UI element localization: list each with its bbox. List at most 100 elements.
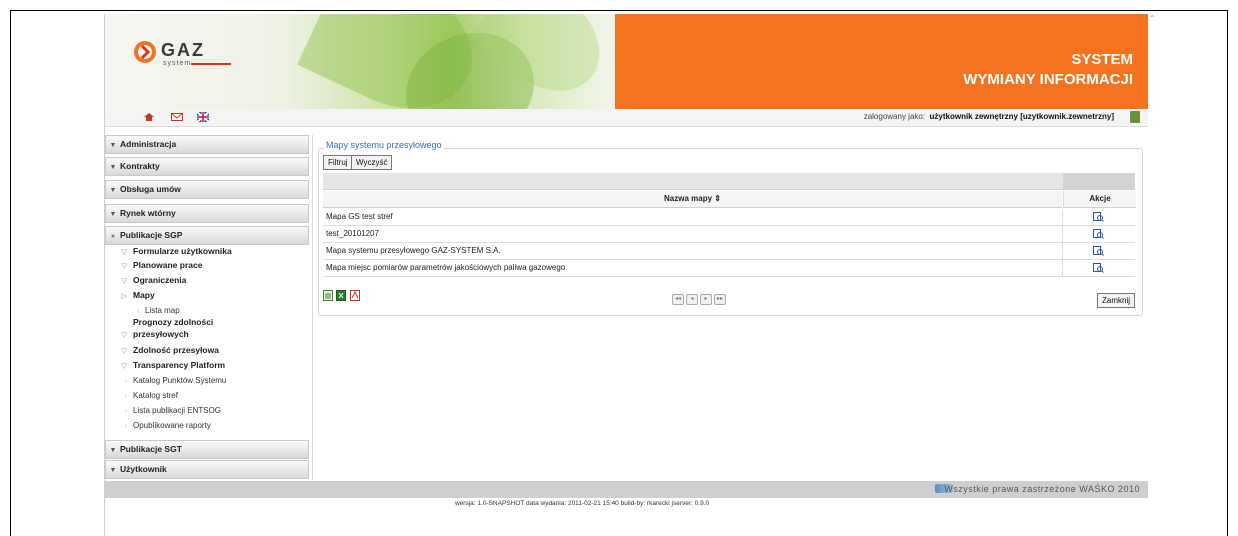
item-label: Ograniczenia: [133, 275, 187, 285]
item-label: Formularze użytkownika: [133, 246, 232, 256]
chevron-down-icon: ▼: [109, 211, 117, 218]
login-user: użytkownik zewnętrzny [uzytkownik.zewnet…: [929, 112, 1114, 121]
bullet-icon: ▽: [121, 332, 127, 339]
clear-button[interactable]: Wyczyść: [351, 155, 393, 170]
sidebar-section-administracja[interactable]: ▼ Administracja: [105, 135, 309, 154]
table-top-bar: [323, 173, 1135, 190]
sidebar-item-katalog-stref[interactable]: › Katalog stref: [105, 390, 307, 402]
prev-page-button[interactable]: ◂: [686, 294, 698, 305]
sidebar-item-lista-map[interactable]: › Lista map: [105, 305, 307, 317]
filter-button[interactable]: Filtruj: [323, 155, 353, 170]
item-label: przesyłowych: [133, 329, 189, 339]
chevron-down-icon: ▼: [109, 187, 117, 194]
item-label: Planowane prace: [133, 260, 203, 270]
app-window: SYSTEM WYMIANY INFORMACJI GAZ system zal…: [104, 14, 1148, 536]
first-page-button[interactable]: ◂◂: [672, 294, 684, 305]
preview-icon[interactable]: [1093, 246, 1104, 256]
version-info: wersja: 1.0-SNAPSHOT data wydania: 2011-…: [455, 500, 710, 507]
login-info: zalogowany jako: użytkownik zewnętrzny […: [864, 112, 1114, 121]
mail-icon[interactable]: [171, 112, 183, 122]
preview-icon[interactable]: [1093, 229, 1104, 239]
table-top-bar-right: [1063, 173, 1135, 189]
screenshot-frame-top: [10, 10, 1228, 11]
row-actions: [1062, 209, 1136, 225]
scrollbar-up-arrow[interactable]: ⌃: [1149, 14, 1159, 29]
header-banner: SYSTEM WYMIANY INFORMACJI GAZ system: [105, 14, 1148, 109]
sidebar-section-obsluga-umow[interactable]: ▼ Obsługa umów: [105, 180, 309, 199]
item-label: Transparency Platform: [133, 360, 226, 370]
sidebar-nav: ▼ Administracja ▼ Kontrakty ▼ Obsługa umów …: [105, 135, 313, 480]
system-title-line1: SYSTEM: [1071, 51, 1133, 68]
logo-text: GAZ: [161, 40, 205, 60]
row-actions: [1062, 243, 1136, 259]
sidebar-section-kontrakty[interactable]: ▼ Kontrakty: [105, 157, 309, 176]
bullet-icon: ▽: [121, 263, 127, 270]
column-header-name[interactable]: Nazwa mapy ⇕: [323, 191, 1062, 208]
table-row[interactable]: test_20101207: [323, 226, 1135, 243]
sidebar-item-ograniczenia[interactable]: ▽ Ograniczenia: [105, 275, 307, 287]
table-row[interactable]: Mapa miejsc pomiarów parametrów jakościo…: [323, 260, 1135, 277]
home-icon[interactable]: [143, 112, 155, 122]
system-title-line2: WYMIANY INFORMACJI: [963, 71, 1133, 88]
bullet-icon: ▽: [121, 348, 127, 355]
column-header-actions: Akcje: [1063, 191, 1136, 208]
close-button[interactable]: Zamknij: [1097, 293, 1136, 308]
sidebar-item-zdolnosc[interactable]: ▽ Zdolność przesyłowa: [105, 345, 307, 357]
next-page-button[interactable]: ▸: [700, 294, 712, 305]
export-pdf-icon[interactable]: [350, 290, 361, 301]
item-label: Katalog stref: [133, 391, 178, 400]
logout-icon[interactable]: [1130, 111, 1140, 123]
footer-copyright: Wszystkie prawa zastrzeżone WAŚKO 2010: [944, 484, 1140, 494]
table-row[interactable]: Mapa GS test stref: [323, 209, 1135, 226]
sidebar-section-uzytkownik[interactable]: ▼ Użytkownik: [105, 460, 309, 479]
export-csv-icon[interactable]: [323, 290, 334, 301]
item-label: Lista map: [145, 306, 180, 315]
item-label: Lista publikacji ENTSOG: [133, 406, 222, 415]
chevron-right-icon: »: [111, 233, 115, 240]
chevron-down-icon: ▼: [109, 164, 117, 171]
sidebar-item-prognozy[interactable]: Prognozy zdolności: [105, 317, 307, 328]
sidebar-section-rynek-wtorny[interactable]: ▼ Rynek wtórny: [105, 204, 309, 223]
export-excel-icon[interactable]: [336, 290, 347, 301]
login-prefix: zalogowany jako:: [863, 112, 926, 121]
chevron-down-icon: ▼: [109, 447, 117, 454]
section-label: Rynek wtórny: [120, 208, 176, 218]
sidebar-item-prognozy-cont[interactable]: ▽ przesyłowych: [105, 329, 307, 341]
logo-underline: [191, 63, 231, 65]
row-map-name: test_20101207: [326, 229, 379, 238]
gaz-system-logo[interactable]: GAZ system: [133, 40, 243, 80]
pagination: ◂◂ ◂ ▸ ▸▸: [672, 292, 728, 305]
last-page-button[interactable]: ▸▸: [714, 294, 726, 305]
item-label: Prognozy zdolności: [133, 317, 214, 327]
sidebar-item-entsog[interactable]: › Lista publikacji ENTSOG: [105, 405, 307, 417]
bullet-icon: ▷: [121, 293, 127, 300]
section-label: Publikacje SGP: [120, 230, 183, 240]
row-actions: [1062, 260, 1136, 276]
bullet-icon: ›: [136, 308, 139, 315]
bullet-icon: ▽: [121, 249, 127, 256]
bullet-icon: ›: [124, 423, 127, 430]
item-label: Opublikowane raporty: [133, 421, 211, 430]
uk-flag-icon[interactable]: [197, 112, 209, 122]
sidebar-item-mapy[interactable]: ▷ Mapy: [105, 290, 307, 302]
flame-logo-icon: [134, 41, 156, 63]
sidebar-item-transparency[interactable]: ▽ Transparency Platform: [105, 360, 307, 372]
sidebar-section-publikacje-sgt[interactable]: ▼ Publikacje SGT: [105, 440, 309, 459]
sidebar-item-katalog-punktow[interactable]: › Katalog Punktów Systemu: [105, 375, 307, 387]
preview-icon[interactable]: [1093, 212, 1104, 222]
top-toolbar: zalogowany jako: użytkownik zewnętrzny […: [105, 109, 1148, 127]
item-label: Katalog Punktów Systemu: [133, 376, 227, 385]
sidebar-item-opublikowane[interactable]: › Opublikowane raporty: [105, 420, 307, 432]
panel-title: Mapy systemu przesyłowego: [324, 140, 444, 150]
chevron-down-icon: ▼: [109, 467, 117, 474]
section-label: Administracja: [120, 139, 177, 149]
sidebar-item-formularze[interactable]: ▽ Formularze użytkownika: [105, 246, 307, 258]
item-label: Mapy: [133, 290, 155, 300]
bullet-icon: ›: [124, 393, 127, 400]
sidebar-item-planowane-prace[interactable]: ▽ Planowane prace: [105, 260, 307, 272]
preview-icon[interactable]: [1093, 263, 1104, 273]
sidebar-section-publikacje-sgp[interactable]: » Publikacje SGP: [105, 226, 309, 245]
row-map-name: Mapa GS test stref: [326, 212, 393, 221]
table-row[interactable]: Mapa systemu przesyłowego GAZ-SYSTEM S.A…: [323, 243, 1135, 260]
item-label: Zdolność przesyłowa: [133, 345, 219, 355]
